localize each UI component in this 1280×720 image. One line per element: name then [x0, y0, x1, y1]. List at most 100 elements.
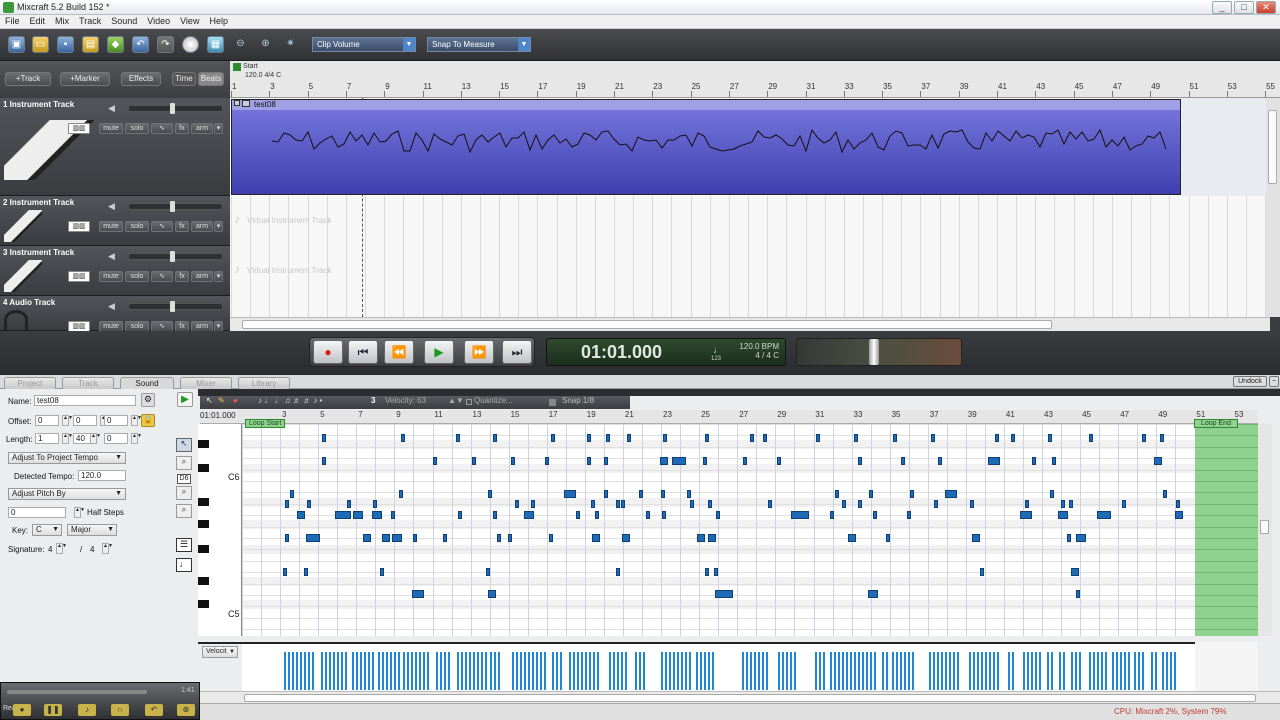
midi-note[interactable] [486, 568, 490, 576]
velocity-bar[interactable] [477, 652, 479, 690]
velocity-bar[interactable] [1031, 652, 1033, 690]
keyboard-icon[interactable]: ▥▥ [68, 271, 90, 282]
zoom-out-icon[interactable]: ⊖ [232, 36, 249, 53]
velocity-bar[interactable] [457, 652, 459, 690]
velocity-bar[interactable] [325, 652, 327, 690]
midi-note[interactable] [549, 534, 553, 542]
midi-note[interactable] [854, 434, 858, 442]
velocity-bar[interactable] [639, 652, 641, 690]
eraser-icon[interactable]: ● [233, 396, 238, 405]
chevron-down-icon[interactable]: ▾ [214, 123, 223, 134]
offset-tick-spinner[interactable]: ▲▼ [131, 415, 142, 426]
midi-note[interactable] [392, 534, 402, 542]
solo-button[interactable]: solo [125, 221, 149, 232]
midi-note[interactable] [1069, 500, 1073, 508]
midi-note[interactable] [595, 511, 599, 519]
tab-project[interactable]: Project [4, 377, 56, 389]
arm-button[interactable]: arm [191, 221, 213, 232]
velocity-bar[interactable] [329, 652, 331, 690]
beats-toggle[interactable]: Beats [198, 72, 224, 86]
velocity-bar[interactable] [390, 652, 392, 690]
velocity-bar[interactable] [1012, 652, 1014, 690]
velocity-bar[interactable] [1035, 652, 1037, 690]
velocity-bar[interactable] [288, 652, 290, 690]
mixdown-icon[interactable]: ▦ [207, 36, 224, 53]
midi-note[interactable] [1058, 511, 1068, 519]
pencil-icon[interactable]: ✎ [218, 396, 225, 405]
midi-note[interactable] [858, 500, 862, 508]
midi-note[interactable] [576, 511, 580, 519]
bpm-readout[interactable]: 120.0 BPM 4 / 4 C [735, 342, 779, 360]
velocity-bar[interactable] [581, 652, 583, 690]
open-folder-icon[interactable]: ▭ [32, 36, 49, 53]
midi-note[interactable] [283, 568, 287, 576]
velocity-bar[interactable] [516, 652, 518, 690]
mini-headphones-icon[interactable]: ∩ [111, 704, 129, 716]
velocity-bar[interactable] [708, 652, 710, 690]
half-steps-input[interactable]: 0 [8, 507, 66, 518]
time-display[interactable]: 01:01.000 ♩ 123 120.0 BPM 4 / 4 C [546, 338, 786, 366]
velocity-bar[interactable] [403, 652, 405, 690]
velocity-lane-select[interactable]: Velocit ▼ [202, 646, 238, 658]
velocity-bar[interactable] [296, 652, 298, 690]
velocity-bar[interactable] [866, 652, 868, 690]
velocity-bar[interactable] [589, 652, 591, 690]
settings-gear-icon[interactable]: ✷ [282, 36, 299, 53]
velocity-bar[interactable] [858, 652, 860, 690]
tab-mixer[interactable]: Mixer [180, 377, 232, 389]
velocity-bar[interactable] [635, 652, 637, 690]
offset-bar-spinner[interactable]: ▲▼ [62, 415, 73, 426]
midi-note[interactable] [372, 511, 382, 519]
velocity-bar[interactable] [681, 652, 683, 690]
velocity-bar[interactable] [758, 652, 760, 690]
volume-fader-knob[interactable] [170, 251, 175, 262]
add-track-button[interactable]: +Track [5, 72, 51, 86]
velocity-bar[interactable] [1051, 652, 1053, 690]
mini-record-icon[interactable]: ● [13, 704, 31, 716]
menu-help[interactable]: Help [204, 15, 233, 26]
velocity-bar[interactable] [536, 652, 538, 690]
midi-note[interactable] [934, 500, 938, 508]
velocity-bar[interactable] [1120, 652, 1122, 690]
midi-note[interactable] [347, 500, 351, 508]
velocity-bar[interactable] [937, 652, 939, 690]
midi-note[interactable] [497, 534, 501, 542]
midi-note[interactable] [1076, 534, 1086, 542]
rewind-button[interactable]: ⏪ [384, 340, 414, 364]
automation-icon[interactable]: ∿ [151, 123, 173, 134]
velocity-bar[interactable] [969, 652, 971, 690]
velocity-bar[interactable] [786, 652, 788, 690]
track-horizontal-scrollbar[interactable] [230, 317, 1270, 331]
midi-note[interactable] [690, 500, 694, 508]
menu-mix[interactable]: Mix [50, 15, 74, 26]
keyboard-icon[interactable]: ▥▥ [68, 123, 90, 134]
midi-note[interactable] [616, 568, 620, 576]
midi-note[interactable] [413, 534, 417, 542]
scrollbar-thumb[interactable] [1268, 110, 1277, 184]
volume-fader-knob[interactable] [170, 103, 175, 114]
velocity-bar[interactable] [929, 652, 931, 690]
automation-icon[interactable]: ∿ [151, 271, 173, 282]
tab-library[interactable]: Library [238, 377, 290, 389]
add-marker-button[interactable]: +Marker [60, 72, 110, 86]
velocity-bar[interactable] [643, 652, 645, 690]
midi-note[interactable] [995, 434, 999, 442]
chevron-down-icon[interactable]: ▾ [214, 271, 223, 282]
velocity-bar[interactable] [540, 652, 542, 690]
midi-note[interactable] [858, 457, 862, 465]
velocity-bar[interactable] [953, 652, 955, 690]
velocity-bar[interactable] [1124, 652, 1126, 690]
velocity-bar[interactable] [1047, 652, 1049, 690]
midi-note[interactable] [1067, 534, 1071, 542]
midi-note[interactable] [587, 457, 591, 465]
velocity-bar[interactable] [378, 652, 380, 690]
midi-note[interactable] [306, 534, 320, 542]
velocity-bar[interactable] [904, 652, 906, 690]
velocity-bar[interactable] [352, 652, 354, 690]
velocity-bar[interactable] [1027, 652, 1029, 690]
black-key[interactable] [198, 498, 209, 506]
velocity-bar[interactable] [284, 652, 286, 690]
velocity-bar[interactable] [490, 652, 492, 690]
track-vertical-scrollbar[interactable] [1266, 98, 1280, 317]
detected-tempo-input[interactable]: 120.0 [78, 470, 126, 481]
